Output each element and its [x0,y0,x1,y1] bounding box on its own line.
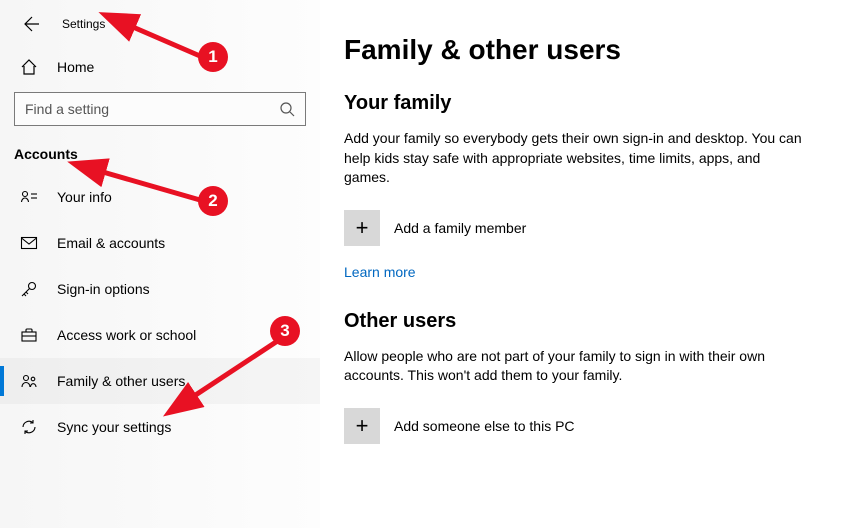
sidebar-item-your-info[interactable]: Your info [0,174,320,220]
other-users-heading: Other users [344,310,824,333]
mail-icon [20,234,38,252]
add-family-member-button[interactable]: + Add a family member [344,210,526,246]
app-title: Settings [62,17,105,31]
plus-icon: + [344,210,380,246]
your-family-heading: Your family [344,92,824,115]
nav-label: Email & accounts [57,235,165,251]
sidebar: Settings Home Accounts [0,0,320,528]
learn-more-link[interactable]: Learn more [344,264,416,280]
section-title: Accounts [0,142,320,174]
home-label: Home [57,59,94,75]
nav-label: Sign-in options [57,281,150,297]
sidebar-item-email-accounts[interactable]: Email & accounts [0,220,320,266]
search-container [0,88,320,142]
nav-label: Access work or school [57,327,196,343]
nav-label: Your info [57,189,112,205]
sidebar-item-work-school[interactable]: Access work or school [0,312,320,358]
key-icon [20,280,38,298]
search-box[interactable] [14,92,306,126]
person-card-icon [20,188,38,206]
sidebar-item-family-other-users[interactable]: Family & other users [0,358,320,404]
page-title: Family & other users [344,34,824,66]
title-bar: Settings [0,10,320,46]
people-icon [20,372,38,390]
add-other-label: Add someone else to this PC [394,418,575,434]
sidebar-item-sign-in-options[interactable]: Sign-in options [0,266,320,312]
search-icon [279,101,295,117]
briefcase-icon [20,326,38,344]
your-family-description: Add your family so everybody gets their … [344,129,804,188]
sidebar-item-sync-settings[interactable]: Sync your settings [0,404,320,450]
sidebar-item-home[interactable]: Home [0,46,320,88]
main-content: Family & other users Your family Add you… [320,0,844,528]
plus-icon: + [344,408,380,444]
other-users-description: Allow people who are not part of your fa… [344,347,804,386]
sync-icon [20,418,38,436]
back-arrow-icon[interactable] [24,16,40,32]
home-icon [20,58,38,76]
nav-label: Family & other users [57,373,185,389]
nav-label: Sync your settings [57,419,171,435]
add-family-label: Add a family member [394,220,526,236]
add-other-user-button[interactable]: + Add someone else to this PC [344,408,575,444]
search-input[interactable] [25,93,279,125]
